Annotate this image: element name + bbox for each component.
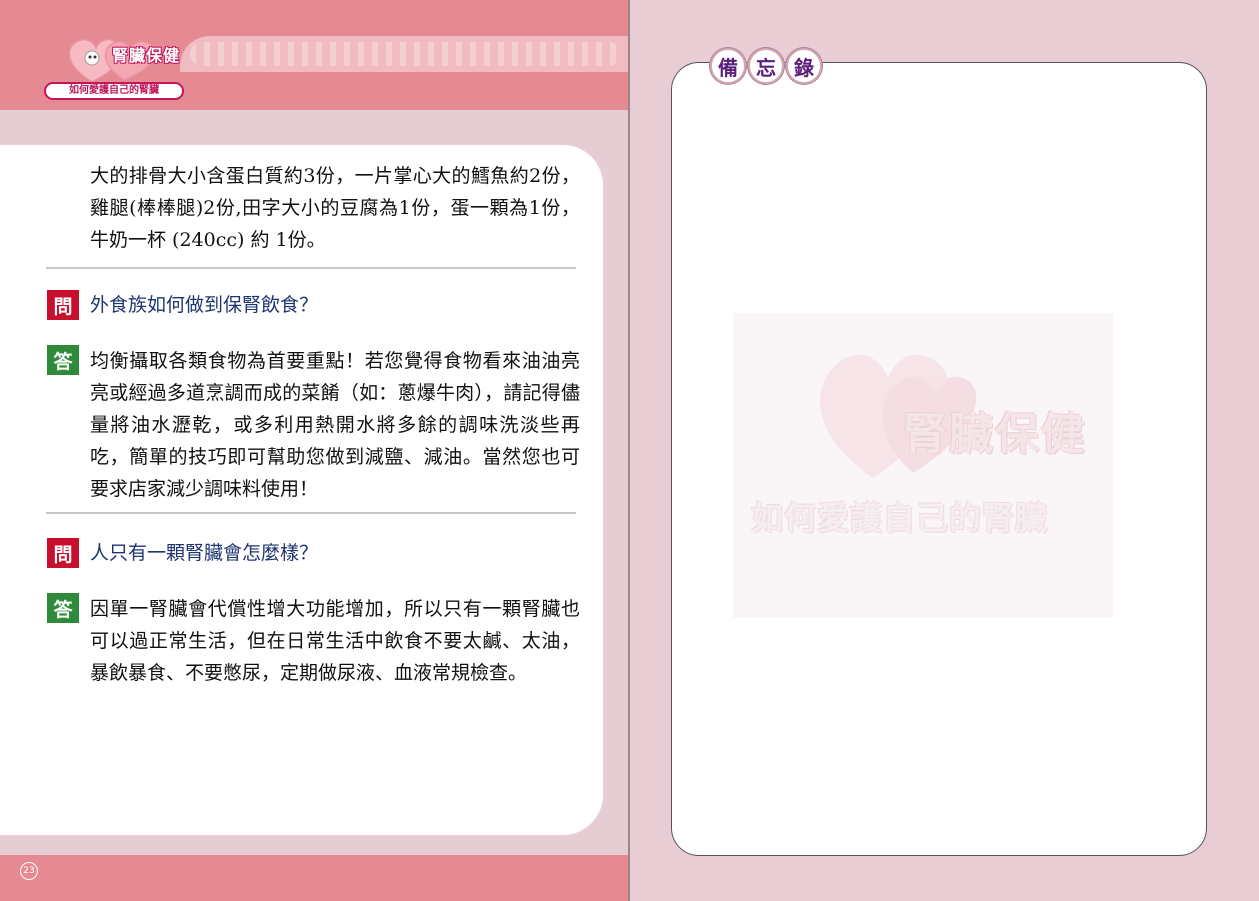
- answer-2: 因單一腎臟會代償性增大功能增加，所以只有一顆腎臟也可以過正常生活，但在日常生活中…: [90, 598, 580, 684]
- logo: 腎臟保健 如何愛護自己的腎臟: [40, 28, 190, 108]
- watermark-title: 腎臟保健: [903, 409, 1087, 460]
- question-badge: 問: [47, 290, 79, 320]
- watermark: 腎臟保健 如何愛護自己的腎臟: [733, 313, 1113, 618]
- page-number: 23: [20, 862, 38, 880]
- answer-badge: 答: [47, 345, 79, 375]
- question-badge: 問: [47, 538, 79, 568]
- answer-badge: 答: [47, 593, 79, 623]
- memo-title-char: 忘: [748, 48, 784, 84]
- logo-title: 腎臟保健: [112, 46, 181, 65]
- question-1: 外食族如何做到保腎飲食？: [90, 294, 319, 316]
- header-pattern-strip: [180, 36, 628, 72]
- footer-band: [0, 855, 628, 901]
- logo-subtitle: 如何愛護自己的腎臟: [44, 82, 184, 100]
- memo-title-char: 錄: [786, 48, 822, 84]
- memo-title-char: 備: [710, 48, 746, 84]
- memo-title: 備 忘 錄: [710, 48, 822, 84]
- divider: [46, 267, 576, 269]
- watermark-subtitle: 如何愛護自己的腎臟: [751, 499, 1049, 537]
- question-2: 人只有一顆腎臟會怎麼樣？: [90, 542, 319, 564]
- divider: [46, 512, 576, 514]
- intro-paragraph: 大的排骨大小含蛋白質約3份，一片掌心大的鱈魚約2份，雞腿(棒棒腿)2份,田字大小…: [90, 165, 580, 251]
- answer-1: 均衡攝取各類食物為首要重點！若您覺得食物看來油油亮亮或經過多道烹調而成的菜餚（如…: [90, 350, 580, 500]
